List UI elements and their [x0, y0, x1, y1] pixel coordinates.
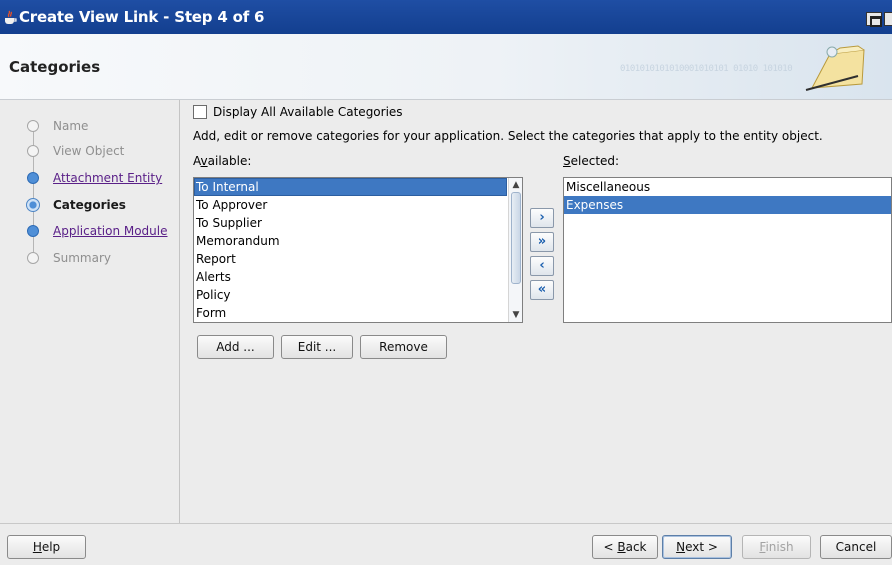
- wizard-window: Create View Link - Step 4 of 6 Categorie…: [0, 0, 892, 565]
- wizard-steps-nav: Name View Object Attachment Entity Categ…: [0, 100, 180, 523]
- display-all-row[interactable]: Display All Available Categories: [193, 105, 403, 119]
- nav-step-categories: Categories: [26, 197, 126, 213]
- move-left-button[interactable]: ‹: [530, 256, 554, 276]
- nav-step-application-module[interactable]: Application Module: [27, 223, 168, 239]
- edit-button[interactable]: Edit ...: [281, 335, 353, 359]
- list-item[interactable]: To Supplier: [194, 214, 522, 232]
- back-button[interactable]: < Back: [592, 535, 658, 559]
- list-item[interactable]: Policy: [194, 286, 522, 304]
- list-item[interactable]: Report: [194, 250, 522, 268]
- nav-step-label: View Object: [53, 144, 125, 158]
- window-title: Create View Link - Step 4 of 6: [19, 8, 265, 26]
- nav-step-label[interactable]: Attachment Entity: [53, 171, 162, 185]
- available-scrollbar[interactable]: ▲ ▼: [508, 178, 522, 322]
- close-button[interactable]: [884, 12, 892, 26]
- list-item[interactable]: Memorandum: [194, 232, 522, 250]
- title-bar[interactable]: Create View Link - Step 4 of 6: [0, 0, 892, 34]
- nav-step-name: Name: [27, 118, 88, 134]
- header-binary-decoration: 0101010101010001010101 01010 101010: [620, 64, 793, 74]
- nav-step-view-object: View Object: [27, 143, 124, 159]
- cancel-button[interactable]: Cancel: [820, 535, 892, 559]
- step-indicator-icon: [27, 225, 39, 237]
- available-list[interactable]: To Internal To Approver To Supplier Memo…: [193, 177, 523, 323]
- finish-button[interactable]: Finish: [742, 535, 811, 559]
- current-step-icon: [26, 198, 40, 212]
- list-item[interactable]: To Internal: [194, 178, 507, 196]
- step-indicator-icon: [27, 252, 39, 264]
- list-item[interactable]: To Approver: [194, 196, 522, 214]
- nav-step-summary: Summary: [27, 250, 111, 266]
- selected-label: Selected:: [563, 154, 620, 168]
- wizard-header: Categories 0101010101010001010101 01010 …: [0, 34, 892, 100]
- page-title: Categories: [9, 58, 101, 76]
- remove-button[interactable]: Remove: [360, 335, 447, 359]
- instructions-text: Add, edit or remove categories for your …: [193, 129, 823, 143]
- nav-step-attachment-entity[interactable]: Attachment Entity: [27, 170, 162, 186]
- next-button[interactable]: Next >: [662, 535, 732, 559]
- move-all-right-button[interactable]: »: [530, 232, 554, 252]
- maximize-button[interactable]: [866, 12, 882, 27]
- footer-divider: [0, 523, 892, 524]
- wizard-folder-icon: [805, 45, 865, 91]
- add-button[interactable]: Add ...: [197, 335, 274, 359]
- step-indicator-icon: [27, 120, 39, 132]
- step-indicator-icon: [27, 145, 39, 157]
- scroll-down-icon[interactable]: ▼: [509, 308, 523, 322]
- java-cup-icon: [5, 10, 17, 24]
- list-item[interactable]: Form: [194, 304, 522, 322]
- step-indicator-icon: [27, 172, 39, 184]
- move-right-button[interactable]: ›: [530, 208, 554, 228]
- nav-step-label: Categories: [53, 198, 126, 212]
- list-item[interactable]: Alerts: [194, 268, 522, 286]
- display-all-checkbox[interactable]: [193, 105, 207, 119]
- available-label: Available:: [193, 154, 252, 168]
- scroll-up-icon[interactable]: ▲: [509, 178, 523, 192]
- display-all-label[interactable]: Display All Available Categories: [213, 105, 403, 119]
- nav-step-label: Summary: [53, 251, 111, 265]
- nav-step-label: Name: [53, 119, 89, 133]
- move-all-left-button[interactable]: «: [530, 280, 554, 300]
- list-item[interactable]: Expenses: [564, 196, 891, 214]
- scroll-thumb[interactable]: [511, 192, 521, 284]
- help-button[interactable]: Help: [7, 535, 86, 559]
- selected-list[interactable]: Miscellaneous Expenses: [563, 177, 892, 323]
- nav-step-label[interactable]: Application Module: [53, 224, 168, 238]
- list-item[interactable]: Miscellaneous: [564, 178, 891, 196]
